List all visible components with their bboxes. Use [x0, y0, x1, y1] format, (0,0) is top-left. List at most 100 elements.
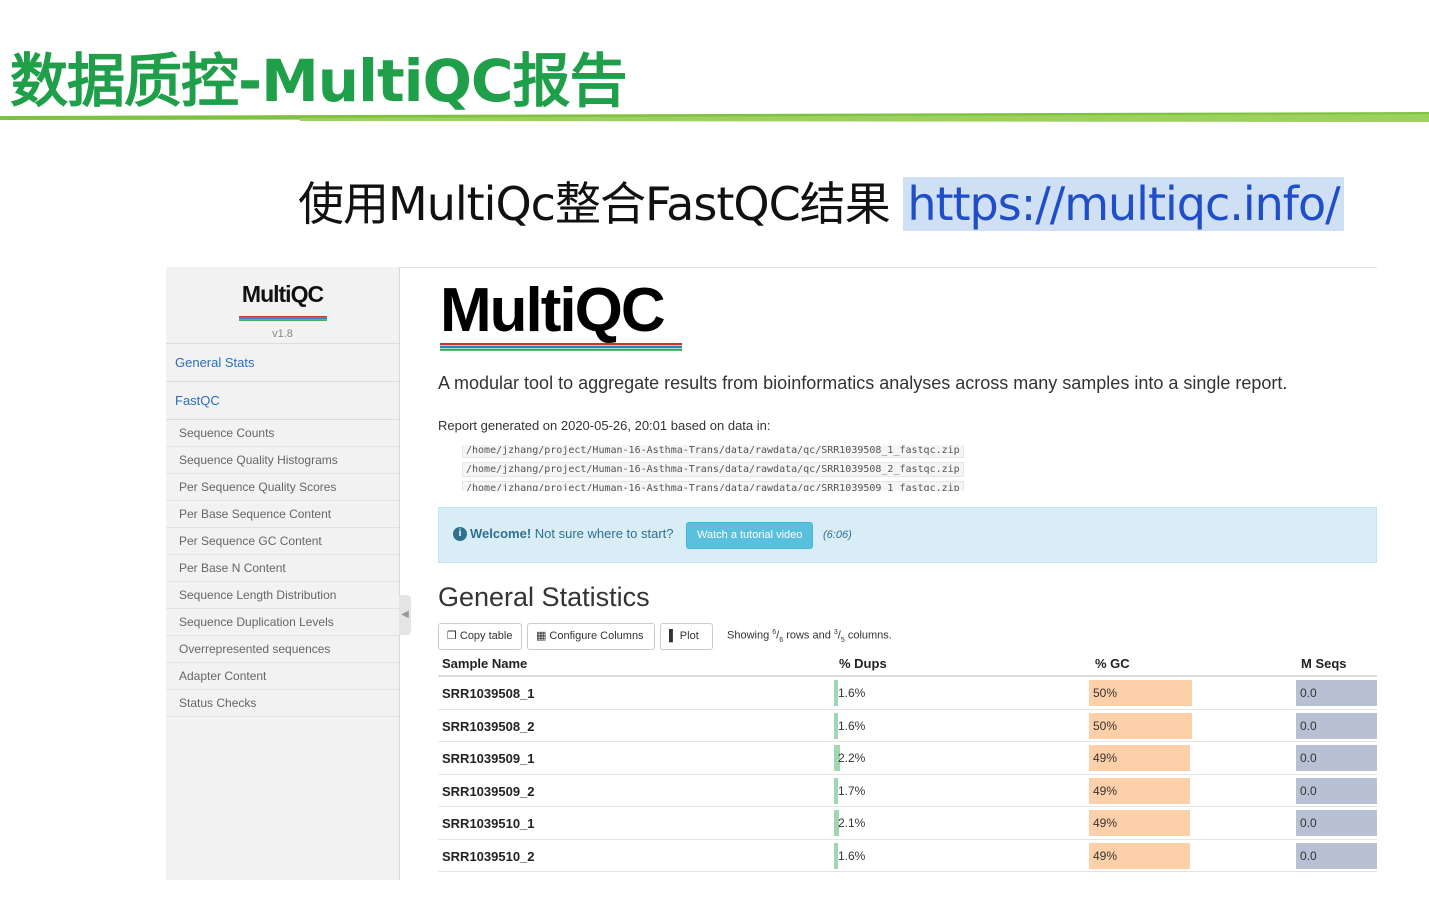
gc-cell: 50% [1089, 712, 1295, 739]
gc-cell: 49% [1089, 745, 1295, 771]
table-row: SRR1039508_1 1.6% 50% 0.0 [438, 677, 1377, 710]
mseqs-cell: 0.0 [1296, 712, 1377, 739]
dups-cell: 1.6% [834, 842, 1088, 869]
column-header-gc[interactable]: % GC [1095, 656, 1130, 671]
mseqs-cell: 0.0 [1296, 745, 1377, 771]
table-row: SRR1039510_1 2.1% 49% 0.0 [438, 807, 1377, 840]
gc-cell-value: 49% [1093, 751, 1118, 765]
mseqs-cell-value: 0.0 [1300, 816, 1317, 830]
dups-cell: 1.6% [834, 712, 1088, 739]
welcome-alert: i Welcome! Not sure where to start? Watc… [438, 507, 1377, 563]
dups-cell: 1.7% [834, 777, 1088, 804]
mseqs-cell: 0.0 [1296, 777, 1377, 804]
subtitle-text: 使用MultiQc整合FastQC结果 [298, 177, 904, 231]
dups-cell-value: 2.2% [838, 751, 866, 765]
general-stats-table: Sample Name % Dups % GC M Seqs SRR103950… [438, 653, 1377, 872]
mseqs-cell-value: 0.0 [1300, 686, 1317, 700]
showing-summary: Showing 6/6 rows and 3/5 columns. [727, 629, 892, 644]
mseqs-cell: 0.0 [1296, 810, 1377, 836]
sample-name-cell: SRR1039508_2 [442, 718, 535, 734]
sample-name-cell: SRR1039510_1 [442, 816, 535, 831]
column-header-sample-name[interactable]: Sample Name [442, 656, 527, 671]
bar-chart-icon: ▌ [669, 630, 677, 642]
logo-stripes-icon [238, 316, 327, 321]
sidebar-item-fastqc[interactable]: FastQC [166, 382, 399, 420]
gc-cell-value: 49% [1093, 816, 1118, 830]
gc-cell-value: 50% [1093, 686, 1118, 700]
welcome-text: Welcome! Not sure where to start? [470, 526, 674, 541]
mseqs-cell-value: 0.0 [1300, 751, 1317, 765]
sidebar-subitem[interactable]: Sequence Length Distribution [166, 582, 399, 609]
gc-cell-value: 49% [1093, 783, 1118, 798]
grid-icon: ▦ [536, 630, 547, 642]
watch-tutorial-button[interactable]: Watch a tutorial video [686, 522, 814, 549]
report-main: MultiQC A modular tool to aggregate resu… [400, 267, 1377, 880]
sidebar-subitem[interactable]: Per Base Sequence Content [166, 501, 399, 528]
gc-cell: 49% [1089, 777, 1295, 804]
sidebar-subitem[interactable]: Status Checks [166, 690, 399, 717]
gc-cell: 50% [1089, 680, 1295, 706]
dups-cell-value: 2.1% [838, 816, 866, 830]
dups-cell-value: 1.7% [838, 783, 866, 798]
dups-cell: 2.2% [834, 745, 1088, 771]
data-path-list: /home/jzhang/project/Human-16-Asthma-Tra… [462, 445, 964, 491]
table-header: Sample Name % Dups % GC M Seqs [438, 653, 1377, 677]
column-header-dups[interactable]: % Dups [839, 656, 887, 671]
dups-cell-value: 1.6% [838, 718, 866, 733]
sidebar-subitem[interactable]: Per Sequence Quality Scores [166, 474, 399, 501]
mseqs-cell-value: 0.0 [1300, 718, 1317, 733]
sidebar-subitem[interactable]: Sequence Duplication Levels [166, 609, 399, 636]
dups-cell-value: 1.6% [838, 686, 866, 700]
sidebar-subitem[interactable]: Adapter Content [166, 663, 399, 690]
main-logo: MultiQC [440, 279, 682, 351]
sidebar-subitem[interactable]: Sequence Quality Histograms [166, 447, 399, 474]
sidebar-nav: MultiQC v1.8 General Stats FastQC Sequen… [166, 267, 400, 880]
tutorial-duration: (6:06) [823, 529, 852, 541]
sample-name-cell: SRR1039509_2 [442, 783, 535, 799]
mseqs-cell-value: 0.0 [1300, 783, 1317, 798]
title-underline [0, 112, 1429, 122]
mseqs-cell: 0.0 [1296, 680, 1377, 706]
slide-title: 数据质控-MultiQC报告 [10, 47, 627, 115]
gc-cell-value: 50% [1093, 718, 1118, 733]
sample-name-cell: SRR1039510_2 [442, 848, 535, 864]
configure-columns-button[interactable]: ▦ Configure Columns [527, 623, 655, 650]
report-tagline: A modular tool to aggregate results from… [438, 373, 1288, 393]
dups-cell: 2.1% [834, 810, 1088, 836]
sample-name-cell: SRR1039508_1 [442, 686, 535, 701]
gc-cell: 49% [1089, 810, 1295, 836]
column-header-mseqs[interactable]: M Seqs [1301, 656, 1347, 671]
sidebar-subitem[interactable]: Per Base N Content [166, 555, 399, 582]
table-row: SRR1039509_1 2.2% 49% 0.0 [438, 742, 1377, 775]
multiqc-url-link[interactable]: https://multiqc.info/ [903, 177, 1344, 231]
sidebar-logo[interactable]: MultiQC v1.8 [166, 267, 399, 344]
dups-cell-value: 1.6% [838, 848, 866, 863]
table-row: SRR1039510_2 1.6% 49% 0.0 [438, 840, 1377, 872]
copy-icon: ❐ [447, 630, 457, 642]
multiqc-report-screenshot: MultiQC v1.8 General Stats FastQC Sequen… [166, 267, 1377, 880]
data-path-item: /home/jzhang/project/Human-16-Asthma-Tra… [462, 481, 964, 491]
sidebar-item-general-stats[interactable]: General Stats [166, 344, 399, 382]
mseqs-cell-value: 0.0 [1300, 848, 1317, 863]
table-row: SRR1039509_2 1.7% 49% 0.0 [438, 775, 1377, 807]
general-statistics-title: General Statistics [438, 582, 650, 612]
copy-table-button[interactable]: ❐ Copy table [438, 623, 522, 650]
dups-cell: 1.6% [834, 680, 1088, 706]
gc-cell: 49% [1089, 842, 1295, 869]
sidebar-subitem[interactable]: Overrepresented sequences [166, 636, 399, 663]
sidebar-logo-text: MultiQC [241, 281, 324, 307]
gc-cell-value: 49% [1093, 848, 1118, 863]
table-row: SRR1039508_2 1.6% 50% 0.0 [438, 710, 1377, 742]
sidebar-subitem[interactable]: Per Sequence GC Content [166, 528, 399, 555]
sidebar-subitem[interactable]: Sequence Counts [166, 420, 399, 447]
logo-stripes-icon [440, 343, 682, 351]
plot-button[interactable]: ▌ Plot [660, 623, 713, 650]
main-logo-text: MultiQC [440, 276, 666, 345]
sidebar-version: v1.8 [272, 328, 293, 340]
info-icon: i [453, 527, 467, 541]
slide-subtitle: 使用MultiQc整合FastQC结果 https://multiqc.info… [298, 168, 1344, 234]
table-body: SRR1039508_1 1.6% 50% 0.0 SRR1039508_2 1.6% 50… [438, 677, 1377, 872]
sample-name-cell: SRR1039509_1 [442, 751, 535, 766]
report-generated-text: Report generated on 2020-05-26, 20:01 ba… [438, 418, 771, 433]
mseqs-cell: 0.0 [1296, 842, 1377, 869]
